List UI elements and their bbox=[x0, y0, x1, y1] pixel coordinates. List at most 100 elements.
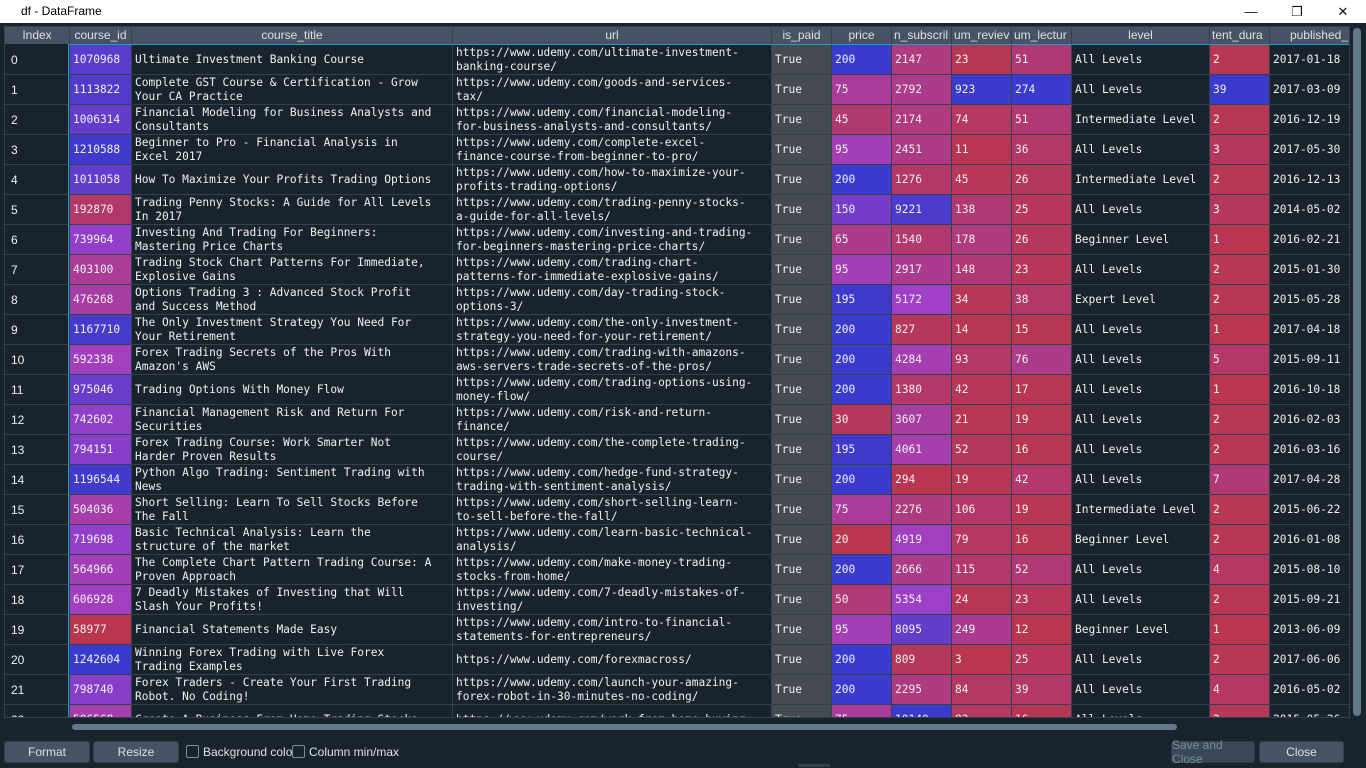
num-subscribers-cell[interactable]: 4061 bbox=[892, 435, 952, 465]
url-cell[interactable]: https://www.udemy.com/financial-modeling… bbox=[453, 105, 772, 135]
row-index[interactable]: 18 bbox=[5, 585, 70, 615]
course-id-cell[interactable]: 58977 bbox=[70, 615, 132, 645]
background-color-checkbox[interactable] bbox=[186, 745, 199, 758]
num-reviews-cell[interactable]: 52 bbox=[952, 435, 1012, 465]
course-id-cell[interactable]: 504036 bbox=[70, 495, 132, 525]
price-cell[interactable]: 75 bbox=[832, 75, 892, 105]
is-paid-cell[interactable]: True bbox=[772, 165, 832, 195]
num-subscribers-cell[interactable]: 2666 bbox=[892, 555, 952, 585]
num-reviews-cell[interactable]: 93 bbox=[952, 345, 1012, 375]
is-paid-cell[interactable]: True bbox=[772, 525, 832, 555]
published-cell[interactable]: 2014-05-02 bbox=[1270, 195, 1349, 225]
level-cell[interactable]: All Levels bbox=[1072, 555, 1210, 585]
num-lectures-cell[interactable]: 23 bbox=[1012, 585, 1072, 615]
close-button[interactable]: Close bbox=[1259, 741, 1344, 763]
num-subscribers-cell[interactable]: 1276 bbox=[892, 165, 952, 195]
num-subscribers-cell[interactable]: 1380 bbox=[892, 375, 952, 405]
vertical-scrollbar[interactable] bbox=[1351, 26, 1363, 718]
num-subscribers-cell[interactable]: 2276 bbox=[892, 495, 952, 525]
content-duration-cell[interactable]: 39 bbox=[1210, 75, 1270, 105]
num-subscribers-cell[interactable]: 10140 bbox=[892, 705, 952, 717]
course-id-cell[interactable]: 564966 bbox=[70, 555, 132, 585]
url-cell[interactable]: https://www.udemy.com/goods-and-services… bbox=[453, 75, 772, 105]
num-lectures-cell[interactable]: 25 bbox=[1012, 645, 1072, 675]
course-id-cell[interactable]: 742602 bbox=[70, 405, 132, 435]
horizontal-scrollbar[interactable] bbox=[4, 722, 1350, 732]
num-lectures-cell[interactable]: 16 bbox=[1012, 525, 1072, 555]
resize-grip[interactable] bbox=[798, 764, 830, 767]
num-reviews-cell[interactable]: 34 bbox=[952, 285, 1012, 315]
content-duration-cell[interactable]: 2 bbox=[1210, 285, 1270, 315]
published-cell[interactable]: 2015-09-21 bbox=[1270, 585, 1349, 615]
num-lectures-cell[interactable]: 274 bbox=[1012, 75, 1072, 105]
course-title-cell[interactable]: Forex Traders - Create Your First Tradin… bbox=[132, 675, 453, 705]
course-title-cell[interactable]: Investing And Trading For Beginners: Mas… bbox=[132, 225, 453, 255]
minimize-icon[interactable]: — bbox=[1228, 0, 1274, 23]
url-cell[interactable]: https://www.udemy.com/complete-excel- fi… bbox=[453, 135, 772, 165]
num-lectures-cell[interactable]: 51 bbox=[1012, 45, 1072, 75]
url-cell[interactable]: https://www.udemy.com/work-from-home-buy… bbox=[453, 705, 772, 717]
num-lectures-cell[interactable]: 23 bbox=[1012, 255, 1072, 285]
num-lectures-cell[interactable]: 26 bbox=[1012, 165, 1072, 195]
content-duration-cell[interactable]: 2 bbox=[1210, 255, 1270, 285]
table-row[interactable]: 11 975046 Trading Options With Money Flow h… bbox=[5, 375, 1349, 405]
table-row[interactable]: 9 1167710 The Only Investment Strategy You… bbox=[5, 315, 1349, 345]
content-duration-cell[interactable]: 3 bbox=[1210, 195, 1270, 225]
price-cell[interactable]: 30 bbox=[832, 405, 892, 435]
is-paid-cell[interactable]: True bbox=[772, 495, 832, 525]
table-row[interactable]: 22506568Create A Business From Home Trad… bbox=[5, 705, 1349, 717]
url-cell[interactable]: https://www.udemy.com/the-complete-tradi… bbox=[453, 435, 772, 465]
row-index[interactable]: 14 bbox=[5, 465, 70, 495]
published-cell[interactable]: 2017-01-18 bbox=[1270, 45, 1349, 75]
is-paid-cell[interactable]: True bbox=[772, 285, 832, 315]
table-row[interactable]: 14 1196544 Python Algo Trading: Sentiment … bbox=[5, 465, 1349, 495]
num-subscribers-cell[interactable]: 4919 bbox=[892, 525, 952, 555]
num-subscribers-cell[interactable]: 294 bbox=[892, 465, 952, 495]
vertical-scroll-thumb[interactable] bbox=[1353, 28, 1361, 716]
num-reviews-cell[interactable]: 138 bbox=[952, 195, 1012, 225]
url-cell[interactable]: https://www.udemy.com/learn-basic-techni… bbox=[453, 525, 772, 555]
price-cell[interactable]: 200 bbox=[832, 675, 892, 705]
price-cell[interactable]: 150 bbox=[832, 195, 892, 225]
level-cell[interactable]: Intermediate Level bbox=[1072, 495, 1210, 525]
course-title-cell[interactable]: How To Maximize Your Profits Trading Opt… bbox=[132, 165, 453, 195]
table-row[interactable]: 10 592338 Forex Trading Secrets of the Pro… bbox=[5, 345, 1349, 375]
num-subscribers-cell[interactable]: 5172 bbox=[892, 285, 952, 315]
url-cell[interactable]: https://www.udemy.com/how-to-maximize-yo… bbox=[453, 165, 772, 195]
course-id-cell[interactable]: 1006314 bbox=[70, 105, 132, 135]
url-cell[interactable]: https://www.udemy.com/trading-options-us… bbox=[453, 375, 772, 405]
num-reviews-cell[interactable]: 3 bbox=[952, 645, 1012, 675]
is-paid-cell[interactable]: True bbox=[772, 135, 832, 165]
url-cell[interactable]: https://www.udemy.com/forexmacross/ bbox=[453, 645, 772, 675]
row-index[interactable]: 8 bbox=[5, 285, 70, 315]
level-cell[interactable]: All Levels bbox=[1072, 75, 1210, 105]
row-index[interactable]: 17 bbox=[5, 555, 70, 585]
row-index[interactable]: 22 bbox=[5, 705, 70, 717]
table-row[interactable]: 0 1070968 Ultimate Investment Banking Cour… bbox=[5, 45, 1349, 75]
course-id-cell[interactable]: 192870 bbox=[70, 195, 132, 225]
num-reviews-cell[interactable]: 106 bbox=[952, 495, 1012, 525]
course-id-cell[interactable]: 606928 bbox=[70, 585, 132, 615]
level-cell[interactable]: All Levels bbox=[1072, 315, 1210, 345]
price-cell[interactable]: 200 bbox=[832, 645, 892, 675]
price-cell[interactable]: 200 bbox=[832, 315, 892, 345]
price-cell[interactable]: 200 bbox=[832, 345, 892, 375]
url-cell[interactable]: https://www.udemy.com/risk-and-return- f… bbox=[453, 405, 772, 435]
num-subscribers-cell[interactable]: 3607 bbox=[892, 405, 952, 435]
close-window-icon[interactable]: ✕ bbox=[1320, 0, 1366, 23]
price-cell[interactable]: 195 bbox=[832, 435, 892, 465]
is-paid-cell[interactable]: True bbox=[772, 75, 832, 105]
url-header[interactable]: url bbox=[453, 27, 772, 44]
level-cell[interactable]: All Levels bbox=[1072, 705, 1210, 717]
course-title-cell[interactable]: The Only Investment Strategy You Need Fo… bbox=[132, 315, 453, 345]
num-lectures-cell[interactable]: 17 bbox=[1012, 375, 1072, 405]
course-id-cell[interactable]: 794151 bbox=[70, 435, 132, 465]
table-row[interactable]: 15 504036 Short Selling: Learn To Sell Sto… bbox=[5, 495, 1349, 525]
course-title-cell[interactable]: Ultimate Investment Banking Course bbox=[132, 45, 453, 75]
level-cell[interactable]: Beginner Level bbox=[1072, 615, 1210, 645]
price-cell[interactable]: 45 bbox=[832, 105, 892, 135]
row-index[interactable]: 16 bbox=[5, 525, 70, 555]
num-reviews-cell[interactable]: 148 bbox=[952, 255, 1012, 285]
row-index[interactable]: 9 bbox=[5, 315, 70, 345]
price-cell[interactable]: 200 bbox=[832, 165, 892, 195]
